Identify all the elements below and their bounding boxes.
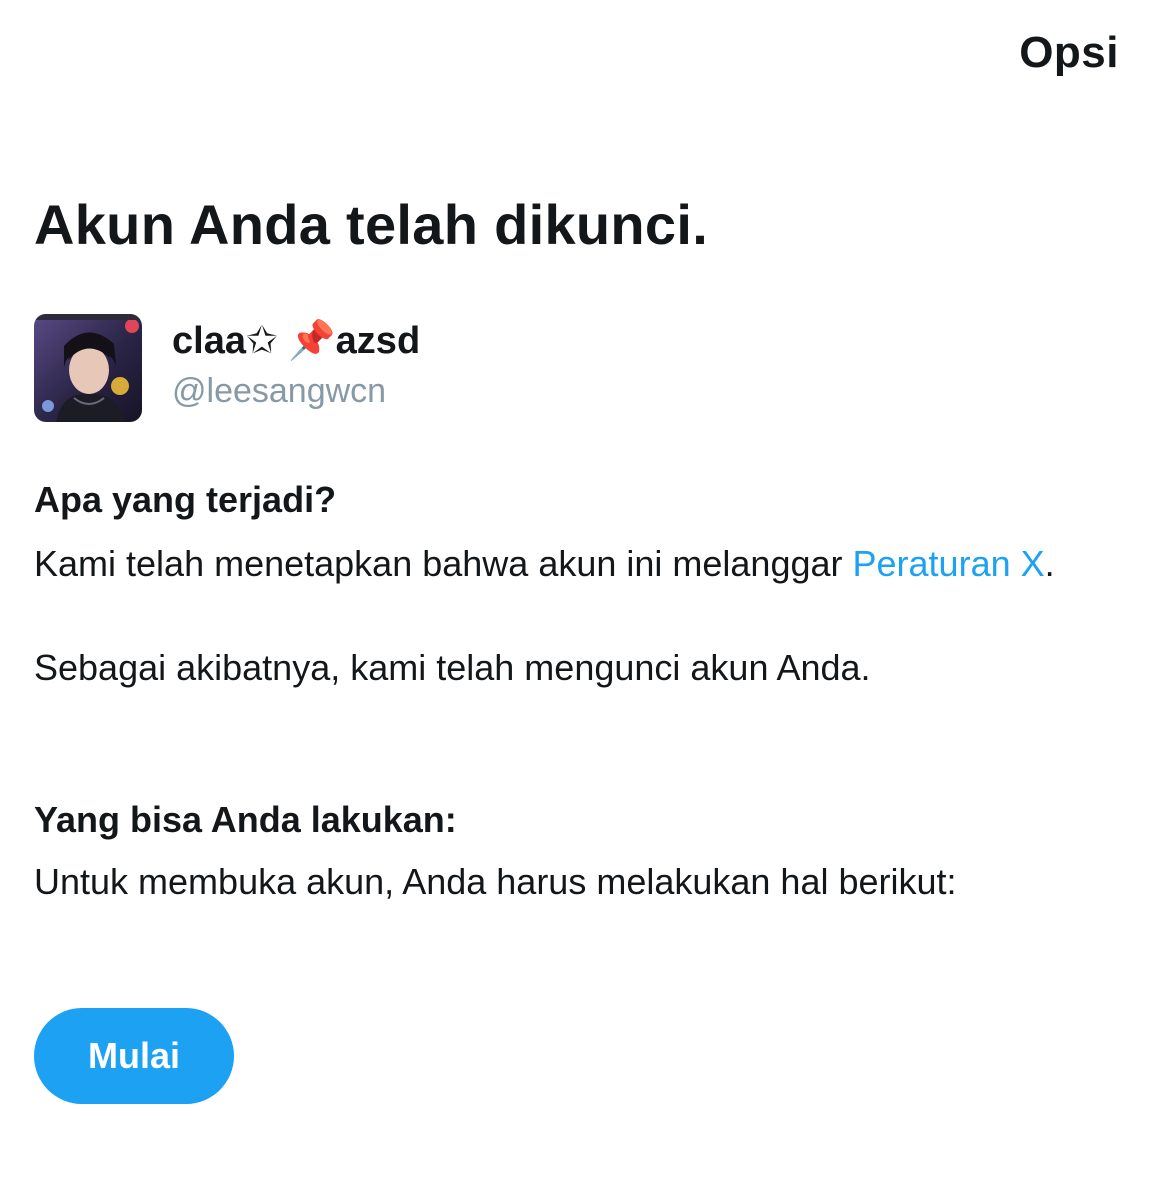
rules-link[interactable]: Peraturan X (853, 543, 1045, 584)
what-happened-section: Apa yang terjadi? Kami telah menetapkan … (34, 478, 1134, 694)
consequence-text: Sebagai akibatnya, kami telah mengunci a… (34, 647, 871, 688)
violation-text: Kami telah menetapkan bahwa akun ini mel… (34, 538, 1134, 590)
what-you-can-do-section: Yang bisa Anda lakukan: Untuk membuka ak… (34, 798, 1134, 908)
display-name: claa✩ 📌azsd (172, 320, 421, 362)
page-title: Akun Anda telah dikunci. (34, 193, 709, 256)
options-button[interactable]: Opsi (1019, 28, 1119, 78)
start-button[interactable]: Mulai (34, 1008, 234, 1104)
what-you-can-do-heading: Yang bisa Anda lakukan: (34, 799, 457, 840)
account-profile: claa✩ 📌azsd @leesangwcn (34, 314, 420, 422)
unlock-instructions: Untuk membuka akun, Anda harus melakukan… (34, 861, 957, 902)
violation-text-suffix: . (1044, 543, 1055, 584)
what-happened-heading: Apa yang terjadi? (34, 479, 337, 520)
violation-text-prefix: Kami telah menetapkan bahwa akun ini mel… (34, 543, 853, 584)
account-handle: @leesangwcn (172, 372, 387, 410)
avatar (34, 314, 142, 422)
